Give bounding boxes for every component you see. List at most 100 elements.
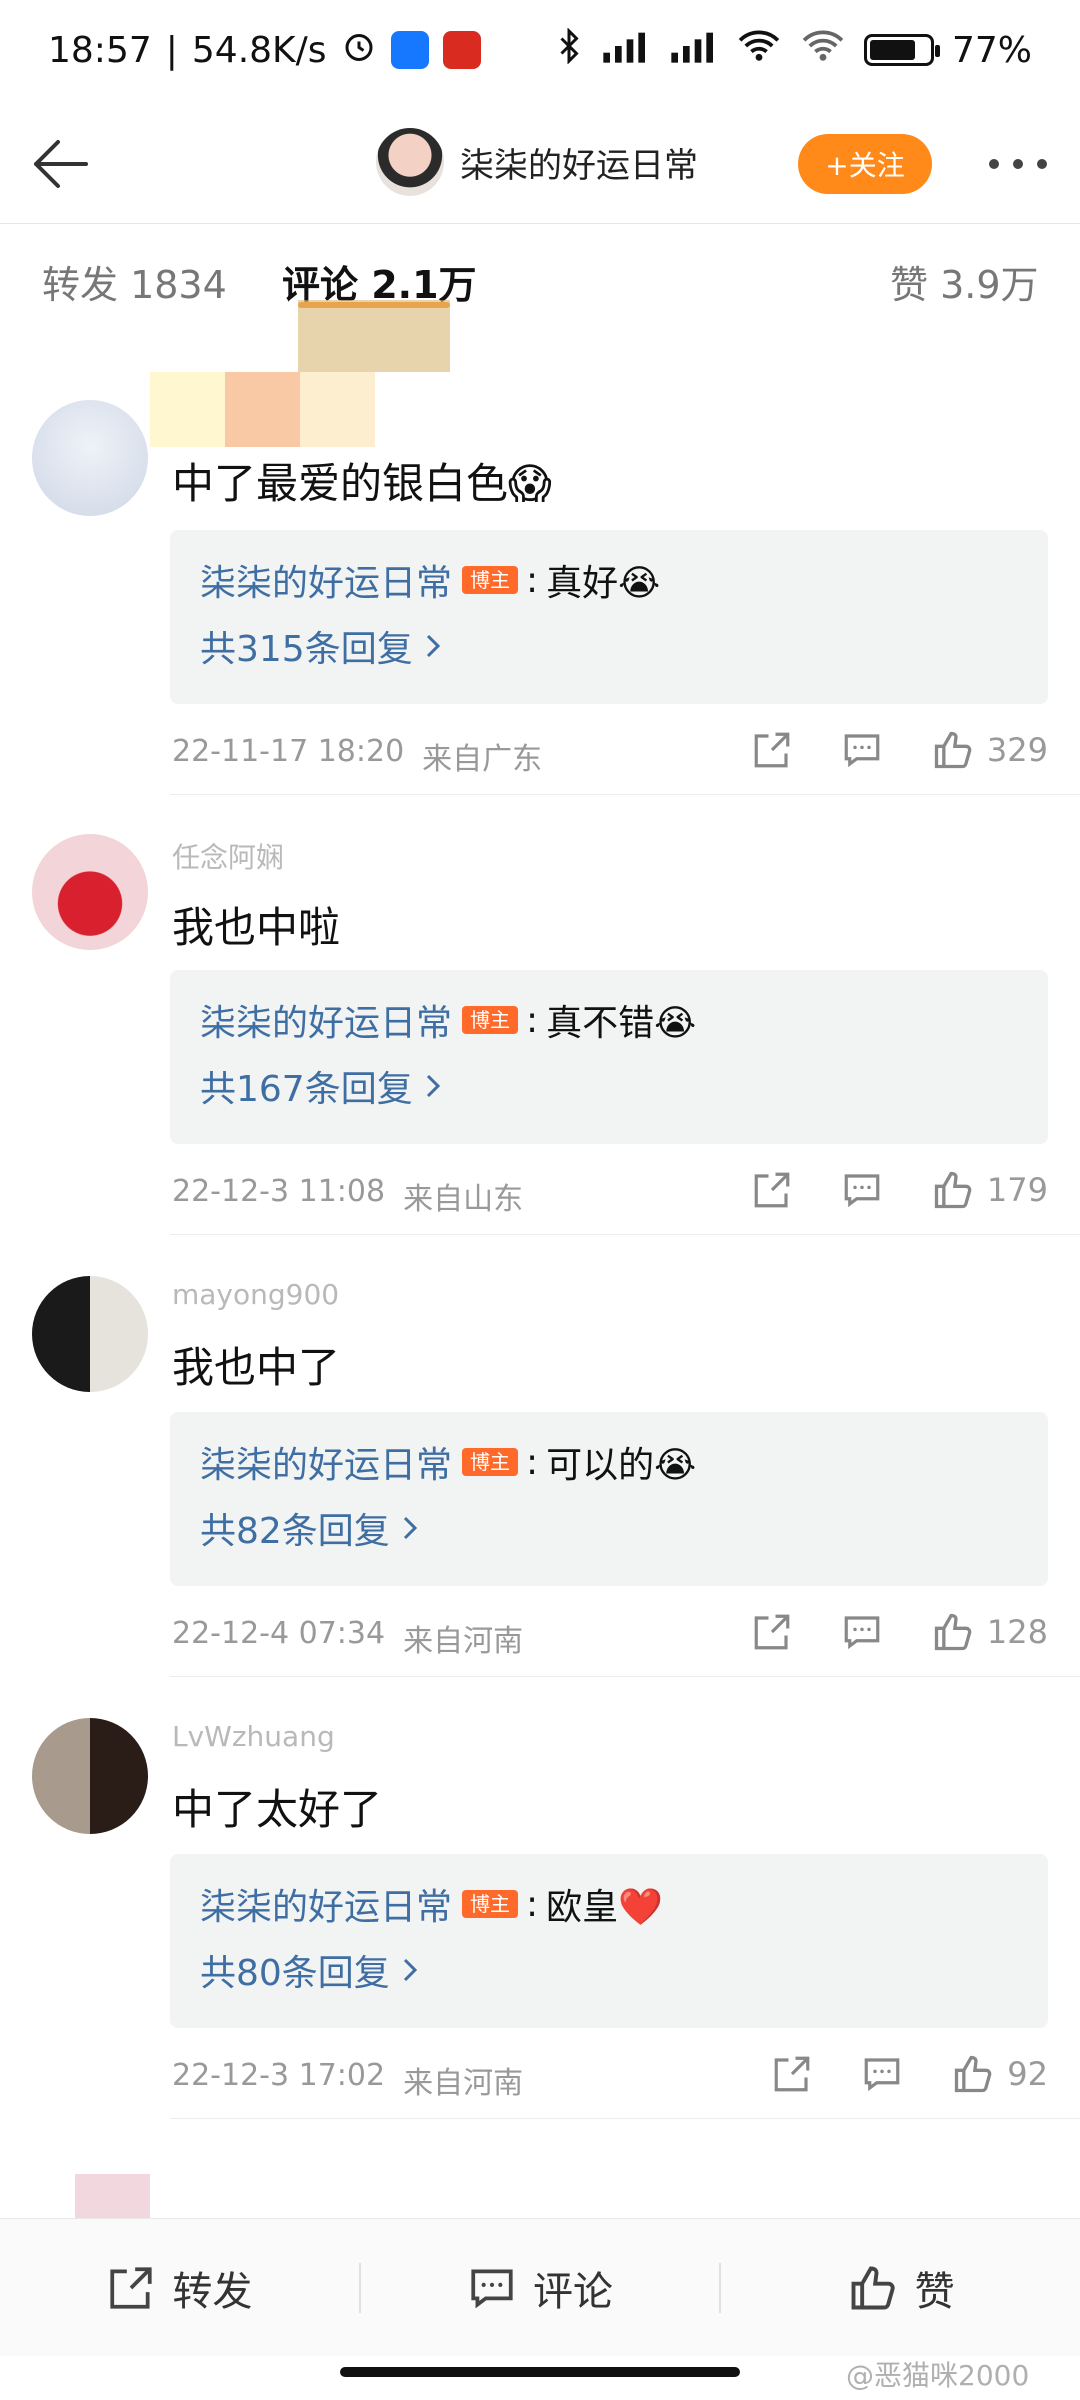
share-icon <box>110 2266 152 2309</box>
bluetooth-icon <box>556 26 582 73</box>
blogger-tag: 博主 <box>462 1448 519 1476</box>
reply-author[interactable]: 柒柒的好运日常 <box>200 1436 452 1488</box>
reply-text: 真不错😭 <box>546 1003 697 1044</box>
status-sep: | <box>165 29 178 71</box>
reply-count: 共80条回复 <box>200 1953 390 1994</box>
wifi-icon-2 <box>800 29 846 72</box>
back-button[interactable] <box>24 128 96 200</box>
arrow-left-icon <box>34 140 88 188</box>
like-button[interactable]: 92 <box>951 2052 1048 2096</box>
comment-icon <box>471 2268 513 2308</box>
comment-username[interactable]: mayong900 <box>172 1278 339 1311</box>
comment-button[interactable] <box>841 729 883 771</box>
status-bar: 18:57 | 54.8K/s 77% <box>0 0 1080 100</box>
blurred-region <box>300 372 375 447</box>
like-button[interactable]: 179 <box>931 1168 1048 1212</box>
comment-actions: 329 <box>751 728 1048 772</box>
reply-preview[interactable]: 柒柒的好运日常 博主 : 欧皇❤️ 共80条回复 <box>170 1854 1048 2028</box>
divider <box>170 1676 1080 1677</box>
comment-icon <box>844 734 880 768</box>
tab-likes[interactable]: 赞 3.9万 <box>890 254 1039 309</box>
reply-text: 真好😭 <box>546 563 661 604</box>
signal-icon-2 <box>668 29 718 72</box>
like-button[interactable]: 128 <box>931 1610 1048 1654</box>
reply-preview[interactable]: 柒柒的好运日常 博主 : 可以的😭 共82条回复 <box>170 1412 1048 1586</box>
reply-separator: : <box>526 999 539 1041</box>
comment-location: 来自河南 <box>403 1624 524 1659</box>
chevron-right-icon <box>426 634 440 658</box>
comment-button[interactable] <box>841 1169 883 1211</box>
share-button[interactable] <box>751 1169 793 1211</box>
reply-preview[interactable]: 柒柒的好运日常 博主 : 真不错😭 共167条回复 <box>170 970 1048 1144</box>
mcdonalds-icon <box>442 31 481 69</box>
comment-text: 我也中啦 <box>172 903 341 952</box>
reply-count-link[interactable]: 共167条回复 <box>200 1060 1018 1112</box>
page-title: 柒柒的好运日常 <box>460 145 698 186</box>
comment-time: 22-11-17 18:20 <box>172 734 405 769</box>
comment-text: 中了最爱的银白色😱 <box>172 459 552 508</box>
comment-location: 来自广东 <box>422 742 543 777</box>
share-button[interactable] <box>771 2053 813 2095</box>
follow-button[interactable]: +关注 <box>798 134 932 194</box>
comment-time: 22-12-4 07:34 <box>172 1616 386 1651</box>
comment-button[interactable] <box>841 1611 883 1653</box>
comment-bar-button[interactable]: 评论 <box>361 2259 720 2317</box>
reply-author[interactable]: 柒柒的好运日常 <box>200 1878 452 1930</box>
reply-separator: : <box>526 559 539 601</box>
chevron-right-icon <box>403 1958 417 1982</box>
comment-text: 中了太好了 <box>172 1785 383 1834</box>
comment-location: 来自山东 <box>403 1182 524 1217</box>
reply-count-link[interactable]: 共315条回复 <box>200 620 1018 672</box>
thumbs-up-icon <box>851 2266 895 2309</box>
battery-percent: 77% <box>951 29 1032 71</box>
like-count: 329 <box>986 731 1048 769</box>
chevron-right-icon <box>403 1516 417 1540</box>
share-icon <box>774 2056 810 2092</box>
reply-count: 共167条回复 <box>200 1069 413 1110</box>
reply-author[interactable]: 柒柒的好运日常 <box>200 994 452 1046</box>
thumbs-up-icon <box>934 731 972 769</box>
repost-button[interactable]: 转发 <box>0 2259 359 2317</box>
avatar[interactable] <box>32 1276 148 1392</box>
comment-username[interactable]: 任念阿娴 <box>172 836 284 876</box>
blogger-tag: 博主 <box>462 1006 519 1034</box>
avatar[interactable] <box>32 1718 148 1834</box>
battery-icon <box>863 34 940 66</box>
reply-separator: : <box>526 1883 539 1925</box>
share-button[interactable] <box>751 1611 793 1653</box>
comment-meta: 22-12-3 11:08 来自山东 <box>172 1174 523 1218</box>
alipay-icon <box>390 31 429 69</box>
divider <box>170 1234 1080 1235</box>
reply-count-link[interactable]: 共80条回复 <box>200 1944 1018 1996</box>
watermark: @恶猫咪2000 <box>846 2359 1030 2392</box>
bottom-action-bar: 转发 评论 赞 <box>0 2218 1080 2356</box>
avatar[interactable] <box>32 400 148 516</box>
more-button[interactable] <box>984 140 1052 188</box>
status-net-speed: 54.8K/s <box>191 29 327 71</box>
avatar[interactable] <box>32 834 148 950</box>
share-icon <box>754 1172 790 1208</box>
repost-label: 转发 <box>172 2268 253 2315</box>
reply-count-link[interactable]: 共82条回复 <box>200 1502 1018 1554</box>
reply-line: 柒柒的好运日常 博主 : 欧皇❤️ <box>200 1876 1018 1932</box>
comment-button[interactable] <box>861 2053 903 2095</box>
home-indicator[interactable] <box>340 2367 740 2377</box>
comment-location: 来自河南 <box>403 2066 524 2101</box>
reply-preview[interactable]: 柒柒的好运日常 博主 : 真好😭 共315条回复 <box>170 530 1048 704</box>
like-bar-button[interactable]: 赞 <box>721 2259 1080 2317</box>
more-dots-icon <box>989 159 1047 169</box>
reply-author[interactable]: 柒柒的好运日常 <box>200 554 452 606</box>
blurred-region <box>298 300 450 372</box>
author-info[interactable]: 柒柒的好运日常 <box>376 128 698 196</box>
like-button[interactable]: 329 <box>931 728 1048 772</box>
avatar[interactable] <box>376 128 444 196</box>
share-button[interactable] <box>751 729 793 771</box>
tab-repost[interactable]: 转发 1834 <box>42 254 227 309</box>
thumbs-up-icon <box>934 1171 972 1209</box>
thumbs-up-icon <box>955 2055 992 2093</box>
blogger-tag: 博主 <box>462 566 519 594</box>
battery-fill <box>869 40 915 60</box>
blurred-region <box>225 372 300 447</box>
comment-meta: 22-12-3 17:02 来自河南 <box>172 2058 523 2102</box>
comment-username[interactable]: LvWzhuang <box>172 1720 335 1753</box>
